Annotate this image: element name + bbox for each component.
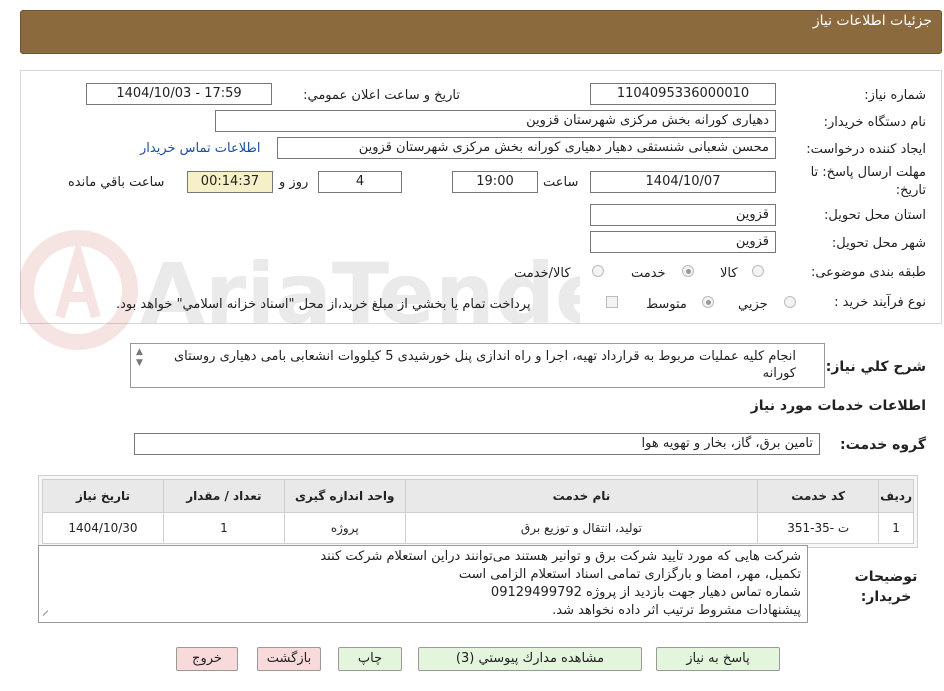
purchase-process-label: نوع فرآيند خريد : <box>834 295 926 310</box>
service-code-cell: ت -35-351 <box>757 512 880 544</box>
delivery-province-field: قزوین <box>590 204 776 226</box>
delivery-province-label: استان محل تحويل: <box>824 208 926 223</box>
summary-label: شرح كلي نياز: <box>825 359 926 375</box>
row-number-cell: 1 <box>878 512 914 544</box>
deadline-label: مهلت ارسال پاسخ: تا تاریخ: <box>810 165 926 198</box>
category-both-label: کالا/خدمت <box>514 266 571 281</box>
col-row-header: رديف <box>878 479 914 513</box>
back-button[interactable]: بازگشت <box>257 647 321 671</box>
services-table-wrap: رديف کد خدمت نام خدمت واحد اندازه گيری ت… <box>38 475 918 548</box>
service-group-label: گروه خدمت: <box>840 437 926 453</box>
time-remaining-label: ساعت باقي مانده <box>68 175 165 190</box>
buyer-contact-link[interactable]: اطلاعات تماس خريدار <box>140 141 260 156</box>
treasury-note: پرداخت تمام يا بخشي از مبلغ خريد،از محل … <box>116 297 531 312</box>
need-date-cell: 1404/10/30 <box>42 512 164 544</box>
buyer-notes-label: توضيحات خريدار: <box>854 569 918 605</box>
announce-datetime-field: 1404/10/03 - 17:59 <box>86 83 272 105</box>
requester-label: ايجاد کننده درخواست: <box>806 142 926 157</box>
process-medium-label: متوسط <box>646 297 687 312</box>
delivery-city-field: قزوین <box>590 231 776 253</box>
reply-button[interactable]: پاسخ به نياز <box>656 647 780 671</box>
delivery-city-label: شهر محل تحويل: <box>831 236 926 251</box>
service-group-field: تامين برق، گاز، بخار و تهويه هوا <box>134 433 820 455</box>
process-minor-label: جزيي <box>738 297 768 312</box>
col-unit-header: واحد اندازه گيری <box>283 479 406 513</box>
process-minor-radio[interactable] <box>784 296 796 308</box>
print-button[interactable]: چاپ <box>338 647 402 671</box>
days-remaining-field: 4 <box>318 171 402 193</box>
category-service-label: خدمت <box>631 266 666 281</box>
deadline-time-label: ساعت <box>543 175 579 190</box>
col-name-header: نام خدمت <box>404 479 759 513</box>
buyer-org-label: نام دستگاه خريدار: <box>823 115 926 130</box>
quantity-cell: 1 <box>162 512 285 544</box>
process-medium-radio[interactable] <box>702 296 714 308</box>
col-qty-header: تعداد / مقدار <box>162 479 285 513</box>
category-both-radio[interactable] <box>592 265 604 277</box>
category-label: طبقه بندی موضوعی: <box>810 265 926 280</box>
summary-scrollbar[interactable]: ▲ ▼ <box>136 347 148 383</box>
days-label: روز و <box>279 175 309 190</box>
attachments-button[interactable]: مشاهده مدارك پيوستي (3) <box>418 647 642 671</box>
time-remaining-field: 00:14:37 <box>187 171 273 193</box>
need-number-field: 1104095336000010 <box>590 83 776 105</box>
category-service-radio[interactable] <box>682 265 694 277</box>
scroll-down-icon[interactable]: ▼ <box>136 358 148 369</box>
note-line: شرکت هایی که مورد تایید شرکت برق و توانی… <box>320 549 801 564</box>
buyer-org-field: دهیاری کورانه بخش مرکزی شهرستان قزوین <box>215 110 776 132</box>
buyer-notes-textarea[interactable]: شرکت هایی که مورد تایید شرکت برق و توانی… <box>38 545 808 623</box>
unit-cell: پروژه <box>283 512 406 544</box>
services-title: اطلاعات خدمات مورد نياز <box>750 398 926 414</box>
scroll-up-icon[interactable]: ▲ <box>136 347 148 358</box>
services-table: رديف کد خدمت نام خدمت واحد اندازه گيری ت… <box>42 479 914 544</box>
deadline-date-field: 1404/10/07 <box>590 171 776 193</box>
note-line: شماره تماس دهیار جهت بازدید از پروژه 091… <box>490 585 801 600</box>
category-goods-label: کالا <box>720 266 738 281</box>
note-line: تکمیل، مهر، امضا و بارگزاری تمامی اسناد … <box>458 567 801 582</box>
table-header-row: رديف کد خدمت نام خدمت واحد اندازه گيری ت… <box>42 479 914 513</box>
page-title: جزئیات اطلاعات نیاز <box>812 13 932 29</box>
need-number-label: شماره نیاز: <box>864 88 926 103</box>
header-bar <box>20 10 942 54</box>
requester-field: محسن شعبانی شنستقی دهیار دهیاری کورانه ب… <box>277 137 776 159</box>
category-goods-radio[interactable] <box>752 265 764 277</box>
announce-datetime-label: تاریخ و ساعت اعلان عمومي: <box>303 88 460 103</box>
table-row: 1 ت -35-351 توليد، انتقال و توزيع برق پر… <box>42 512 914 544</box>
treasury-checkbox[interactable] <box>606 296 618 308</box>
col-date-header: تاريخ نياز <box>42 479 164 513</box>
summary-textarea[interactable]: انجام کلیه عملیات مربوط به قرارداد تهیه،… <box>130 343 825 388</box>
deadline-time-field: 19:00 <box>452 171 538 193</box>
note-line: پیشنهادات مشروط ترتیب اثر داده نخواهد شد… <box>552 603 801 618</box>
exit-button[interactable]: خروج <box>176 647 238 671</box>
service-name-cell: توليد، انتقال و توزيع برق <box>404 512 759 544</box>
col-code-header: کد خدمت <box>757 479 880 513</box>
